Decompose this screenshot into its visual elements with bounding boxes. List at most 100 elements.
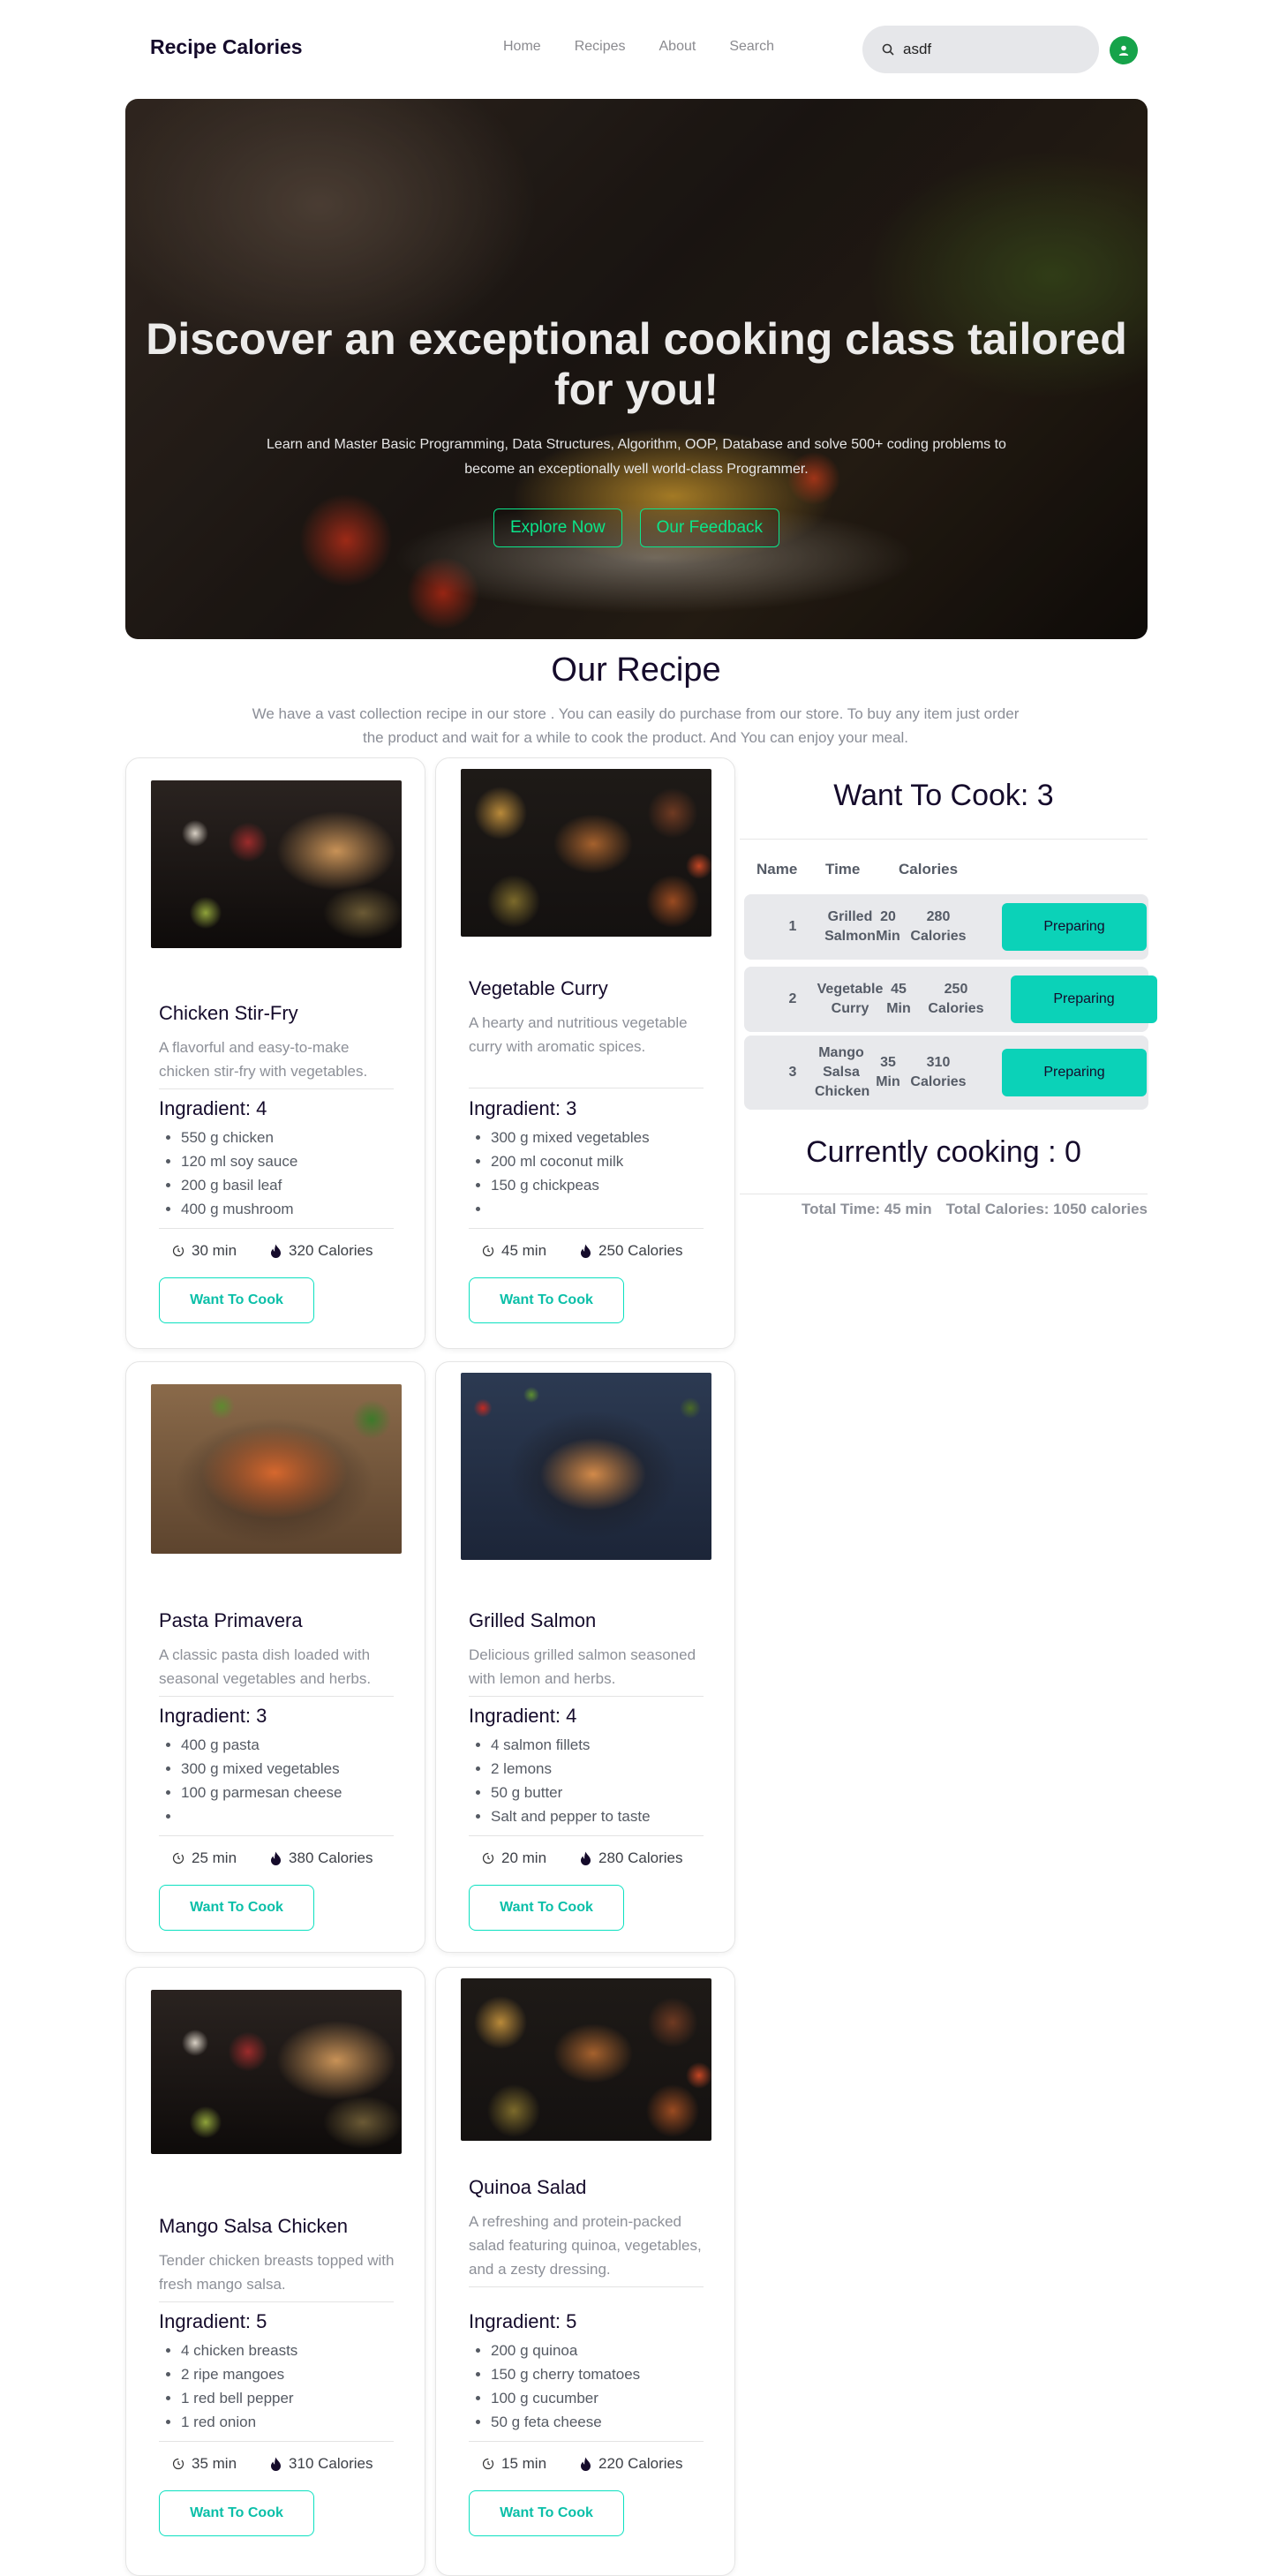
divider [469,1228,704,1229]
recipe-title: Pasta Primavera [159,1609,303,1631]
recipe-time: 45 min [501,1242,547,1259]
row-index: 1 [788,919,797,934]
row-name: Mango Salsa Chicken [815,1045,870,1099]
recipe-image [461,1373,711,1560]
recipe-meta: 35 min 310 Calories [172,2455,373,2473]
clock-icon [482,1245,494,1257]
want-to-cook-row: 2 Vegetable Curry 45 Min 250 Calories Prepar… [744,967,1157,1032]
table-header-calories: Calories [899,861,959,877]
ingredient-heading: Ingradient: 5 [469,2310,577,2332]
want-to-cook-button[interactable]: Want To Cook [159,1277,314,1323]
section-description: We have a vast collection recipe in our … [252,705,1020,746]
recipe-meta: 30 min 320 Calories [172,1242,373,1260]
search-box[interactable] [862,26,1099,73]
want-to-cook-button[interactable]: Want To Cook [159,2490,314,2536]
fire-icon [581,1244,591,1258]
recipe-image [461,1978,711,2141]
recipe-calories: 280 Calories [598,1849,683,1866]
ingredient-item: 200 g quinoa [491,2339,711,2362]
want-to-cook-button[interactable]: Want To Cook [469,2490,624,2536]
recipe-card: Mango Salsa Chicken Tender chicken breas… [125,1967,425,2576]
recipe-time: 35 min [192,2455,237,2472]
fire-icon [581,2457,591,2471]
recipe-calories: 250 Calories [598,1242,683,1259]
search-icon [882,43,894,56]
recipe-title: Quinoa Salad [469,2176,587,2198]
ingredient-item: 300 g mixed vegetables [181,1757,402,1781]
ingredient-item: 400 g mushroom [181,1197,402,1221]
recipe-calories: 320 Calories [289,1242,373,1259]
recipe-description: A hearty and nutritious vegetable curry … [469,1014,688,1055]
nav-recipes-link[interactable]: Recipes [575,39,626,55]
table-header-name: Name [756,861,798,877]
nav-about-link[interactable]: About [659,39,696,55]
recipe-image [151,1384,402,1554]
want-to-cook-button[interactable]: Want To Cook [159,1885,314,1931]
recipe-calories: 310 Calories [289,2455,373,2472]
our-feedback-button[interactable]: Our Feedback [639,508,780,547]
ingredient-item: 550 g chicken [181,1126,402,1149]
currently-cooking-title: Currently cooking : 0 [806,1135,1081,1169]
preparing-button[interactable]: Preparing [1011,975,1157,1023]
divider [159,1696,394,1697]
ingredient-item: Salt and pepper to taste [491,1804,711,1828]
recipe-meta: 15 min 220 Calories [482,2455,682,2473]
ingredient-item: 4 chicken breasts [181,2339,402,2362]
preparing-button[interactable]: Preparing [1002,903,1147,951]
recipe-image [151,1990,402,2154]
nav-home-link[interactable]: Home [503,39,541,55]
recipe-title: Mango Salsa Chicken [159,2215,349,2237]
ingredient-list: 550 g chicken120 ml soy sauce200 g basil… [181,1126,402,1221]
row-calories: 280 Calories [910,909,967,944]
want-to-cook-button[interactable]: Want To Cook [469,1885,624,1931]
recipe-image [461,769,711,937]
recipe-title: Chicken Stir-Fry [159,1002,298,1024]
clock-icon [482,1852,494,1864]
row-index: 3 [788,1065,797,1080]
recipe-calories: 220 Calories [598,2455,683,2472]
hero-buttons: Explore Now Our Feedback [125,508,1148,547]
ingredient-heading: Ingradient: 5 [159,2310,267,2332]
ingredient-heading: Ingradient: 4 [469,1705,577,1727]
ingredient-item: 200 g basil leaf [181,1173,402,1197]
row-time: 35 Min [876,1055,900,1089]
cooking-totals: Total Time: 45 min Total Calories: 1050 c… [740,1201,1148,1218]
recipe-card: Vegetable Curry A hearty and nutritious … [435,757,735,1349]
want-to-cook-row: 1 Grilled Salmon 20 Min 280 Calories Prepari… [744,894,1148,960]
total-calories: Total Calories: 1050 calories [945,1201,1148,1217]
fire-icon [271,1851,282,1865]
ingredient-item: 1 red bell pepper [181,2386,402,2410]
ingredient-item: 2 ripe mangoes [181,2362,402,2386]
row-calories: 310 Calories [910,1055,967,1089]
preparing-button[interactable]: Preparing [1002,1049,1147,1096]
ingredient-item: 1 red onion [181,2410,402,2434]
navbar: Recipe Calories Home Recipes About Searc… [0,0,1272,99]
ingredient-heading: Ingradient: 3 [159,1705,267,1727]
ingredient-item: 100 g cucumber [491,2386,711,2410]
recipe-card: Chicken Stir-Fry A flavorful and easy-to… [125,757,425,1349]
section-title: Our Recipe [551,652,721,689]
row-index: 2 [788,991,797,1006]
ingredient-item: 150 g cherry tomatoes [491,2362,711,2386]
divider [159,2441,394,2442]
divider [740,839,1148,840]
user-avatar[interactable] [1110,36,1138,64]
ingredient-item: 50 g feta cheese [491,2410,711,2434]
divider [159,1228,394,1229]
ingredient-item [181,1804,402,1828]
divider [469,2441,704,2442]
brand-logo[interactable]: Recipe Calories [150,35,303,59]
want-to-cook-button[interactable]: Want To Cook [469,1277,624,1323]
search-input[interactable] [903,41,1062,58]
ingredient-item: 50 g butter [491,1781,711,1804]
divider [469,1696,704,1697]
recipe-description: A classic pasta dish loaded with seasona… [159,1646,372,1687]
divider [159,1835,394,1836]
explore-now-button[interactable]: Explore Now [493,508,622,547]
nav-search-link[interactable]: Search [729,39,774,55]
ingredient-list: 4 chicken breasts2 ripe mangoes1 red bel… [181,2339,402,2434]
table-header-time: Time [825,861,861,877]
recipe-card: Grilled Salmon Delicious grilled salmon … [435,1361,735,1953]
ingredient-list: 400 g pasta300 g mixed vegetables100 g p… [181,1733,402,1828]
recipe-meta: 20 min 280 Calories [482,1849,682,1867]
